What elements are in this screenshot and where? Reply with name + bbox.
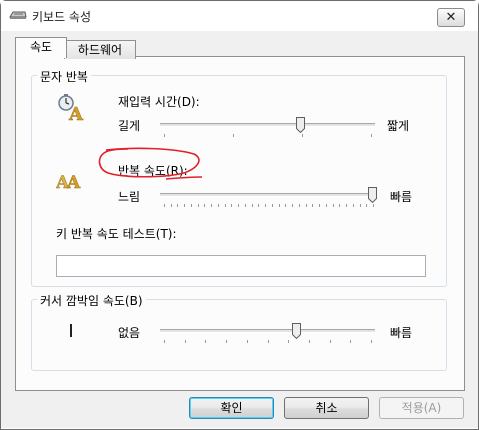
character-repeat-group-title: 문자 반복 <box>37 68 91 85</box>
repeat-delay-ticks <box>164 134 372 140</box>
slider-tick <box>285 204 287 207</box>
slider-tick <box>373 204 374 207</box>
ok-button[interactable]: 확인 <box>189 397 274 419</box>
slider-tick <box>267 340 269 343</box>
tab-hardware[interactable]: 하드웨어 <box>64 40 136 59</box>
cancel-button[interactable]: 취소 <box>284 397 369 419</box>
repeat-test-input[interactable] <box>56 255 426 277</box>
slider-tick <box>332 204 334 207</box>
blink-min-label: 없음 <box>118 326 141 340</box>
svg-text:A: A <box>68 104 84 123</box>
slider-tick <box>288 340 290 343</box>
repeat-delay-label: 재입력 시간(D): <box>118 95 200 109</box>
close-button[interactable]: ✕ <box>437 8 465 27</box>
slider-tick <box>246 340 248 343</box>
slider-tick <box>164 204 165 207</box>
slider-tick <box>350 340 352 343</box>
slider-tick <box>238 204 240 207</box>
slider-tick <box>319 204 321 207</box>
cursor-blink-group <box>31 299 447 371</box>
slider-tick <box>170 204 172 207</box>
slider-tick <box>278 204 280 207</box>
cursor-blink-slider-thumb[interactable] <box>291 323 301 339</box>
slider-tick <box>329 340 331 343</box>
slider-tick <box>258 204 260 207</box>
slider-tick <box>265 204 267 207</box>
slider-tick <box>197 204 199 207</box>
repeat-delay-icon: A <box>56 93 90 123</box>
repeat-delay-slider-thumb[interactable] <box>295 117 305 133</box>
repeat-rate-slider-thumb[interactable] <box>368 187 377 203</box>
slider-tick <box>184 340 186 343</box>
slider-tick <box>184 204 186 207</box>
cursor-blink-group-title: 커서 깜박임 속도(B) <box>37 292 146 309</box>
repeat-delay-slider[interactable] <box>160 123 375 127</box>
slider-tick <box>302 134 303 137</box>
window-title: 키보드 속성 <box>32 10 92 24</box>
svg-text:A: A <box>66 173 81 192</box>
slider-tick <box>177 204 179 207</box>
repeat-test-label: 키 반복 속도 테스트(T): <box>56 227 177 241</box>
slider-tick <box>164 134 165 137</box>
slider-tick <box>308 340 310 343</box>
tab-speed[interactable]: 속도 <box>15 37 67 58</box>
repeat-rate-max-label: 빠름 <box>390 190 413 204</box>
blink-max-label: 빠름 <box>390 326 413 340</box>
slider-tick <box>164 340 165 343</box>
slider-tick <box>325 204 327 207</box>
repeat-delay-min-label: 길게 <box>118 119 141 133</box>
slider-tick <box>305 204 307 207</box>
slider-tick <box>233 134 234 137</box>
repeat-rate-min-label: 느림 <box>118 190 141 204</box>
repeat-delay-max-label: 짧게 <box>387 119 410 133</box>
slider-tick <box>204 204 206 207</box>
cursor-blink-slider[interactable] <box>160 329 375 333</box>
repeat-rate-icon: A A <box>56 170 90 192</box>
repeat-rate-slider[interactable] <box>160 193 377 197</box>
slider-tick <box>224 204 226 207</box>
text-cursor-icon <box>70 324 72 337</box>
slider-tick <box>251 204 253 207</box>
slider-tick <box>298 204 300 207</box>
slider-tick <box>211 204 213 207</box>
slider-tick <box>352 204 354 207</box>
apply-button[interactable]: 적용(A) <box>379 397 464 419</box>
slider-tick <box>371 134 372 137</box>
cursor-blink-ticks <box>164 340 372 346</box>
slider-tick <box>346 204 348 207</box>
red-annotation-circle <box>94 146 206 188</box>
slider-tick <box>226 340 228 343</box>
slider-tick <box>205 340 207 343</box>
slider-tick <box>292 204 294 207</box>
slider-tick <box>190 204 192 207</box>
repeat-rate-ticks <box>164 204 374 210</box>
slider-tick <box>371 340 372 343</box>
close-icon: ✕ <box>445 10 457 25</box>
slider-tick <box>271 204 273 207</box>
slider-tick <box>366 204 368 207</box>
slider-tick <box>231 204 233 207</box>
slider-tick <box>217 204 219 207</box>
slider-tick <box>312 204 314 207</box>
slider-tick <box>339 204 341 207</box>
slider-tick <box>359 204 361 207</box>
slider-tick <box>244 204 246 207</box>
keyboard-icon <box>9 9 27 21</box>
